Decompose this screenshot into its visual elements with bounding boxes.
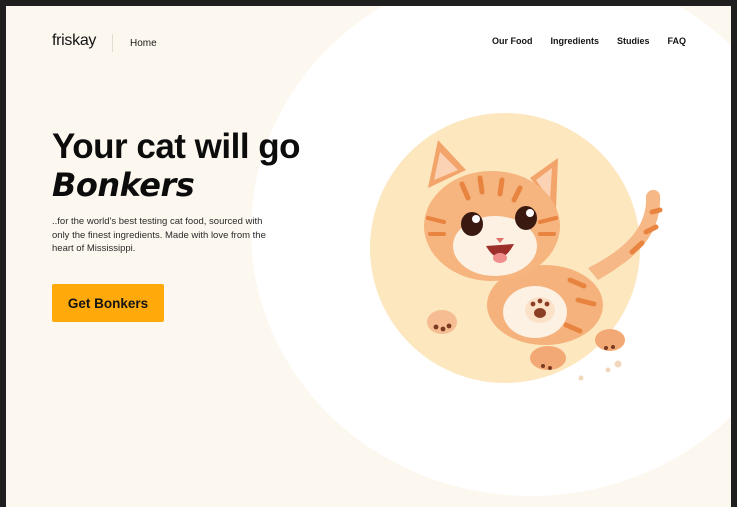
kitten-back-paw [530,346,566,370]
site-header: friskay Home Our Food Ingredients Studie… [6,6,731,76]
nav-item-our-food[interactable]: Our Food [492,36,533,46]
headline-line-2: Bonkers [52,166,195,204]
nav-item-studies[interactable]: Studies [617,36,650,46]
hero-headline: Your cat will go Bonkers [52,127,301,205]
kitten-left-eye [461,212,483,236]
nav-item-ingredients[interactable]: Ingredients [550,36,599,46]
brand-logo[interactable]: friskay [52,32,96,50]
kitten-right-eye [515,206,537,230]
get-bonkers-button[interactable]: Get Bonkers [52,284,164,322]
page-frame: friskay Home Our Food Ingredients Studie… [6,6,731,507]
header-divider [112,34,113,52]
nav-item-faq[interactable]: FAQ [667,36,686,46]
headline-line-1: Your cat will go [52,127,301,166]
nav-home-link[interactable]: Home [130,38,157,49]
hero-subtext: ..for the world's best testing cat food,… [52,216,266,254]
kitten-illustration [370,113,663,383]
main-nav: Our Food Ingredients Studies FAQ [492,36,686,46]
